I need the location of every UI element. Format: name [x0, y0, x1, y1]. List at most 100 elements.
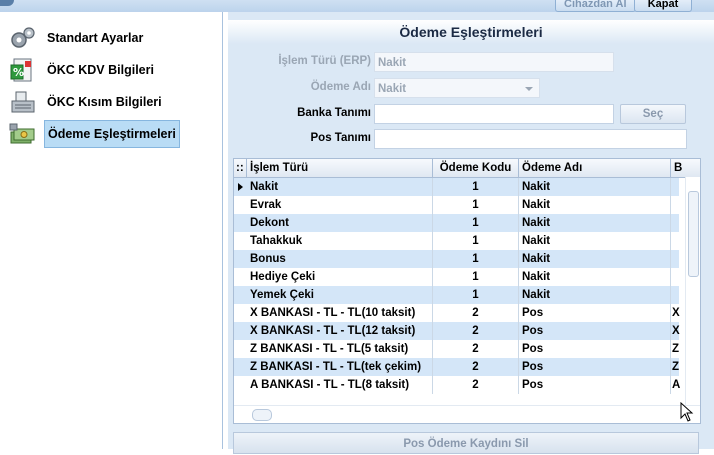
islem-turu-field: Nakit [374, 52, 614, 72]
cell-islem-turu: Tahakkuk [247, 232, 433, 250]
top-toolbar: Cihazdan Al Kapat [0, 0, 714, 12]
horizontal-scrollbar[interactable] [234, 405, 700, 423]
row-indicator[interactable] [234, 286, 247, 304]
sec-button[interactable]: Seç [620, 104, 686, 124]
row-indicator[interactable] [234, 268, 247, 286]
cell-odeme-adi: Pos [519, 358, 671, 376]
cell-b [671, 286, 681, 304]
table-row[interactable]: X BANKASI - TL - TL(10 taksit) 2 Pos X [234, 304, 680, 322]
table-row[interactable]: Yemek Çeki 1 Nakit [234, 286, 679, 304]
cell-b [671, 178, 681, 196]
cell-islem-turu: Z BANKASI - TL - TL(tek çekim) [247, 358, 433, 376]
cell-odeme-adi: Pos [519, 322, 671, 340]
cell-b: A [672, 379, 681, 391]
close-button[interactable]: Kapat [634, 0, 692, 12]
cell-islem-turu: Dekont [247, 214, 433, 232]
vertical-scroll-thumb[interactable] [688, 191, 699, 277]
row-indicator[interactable] [234, 358, 247, 376]
cell-odeme-adi: Nakit [519, 178, 671, 196]
table-row[interactable]: Z BANKASI - TL - TL(tek çekim) 2 Pos Z [234, 358, 679, 376]
cell-b [671, 268, 681, 286]
mouse-cursor-icon [680, 402, 694, 422]
row-indicator[interactable] [234, 340, 247, 358]
pos-tanimi-label: Pos Tanımı [310, 132, 372, 144]
banka-tanimi-label: Banka Tanımı [297, 107, 371, 119]
column-header-islem-turu[interactable]: İşlem Türü [247, 159, 433, 177]
islem-turu-label: İşlem Türü (ERP) [278, 55, 371, 67]
vertical-scrollbar[interactable] [685, 177, 700, 405]
cell-odeme-adi: Nakit [519, 232, 671, 250]
cell-islem-turu: X BANKASI - TL - TL(12 taksit) [247, 322, 433, 340]
row-indicator[interactable] [234, 232, 247, 250]
grid-header: :: İşlem Türü Ödeme Kodu Ödeme Adı B [234, 159, 700, 178]
cell-b [671, 250, 681, 268]
column-header-b[interactable]: B [671, 159, 685, 177]
cell-odeme-adi: Nakit [519, 214, 671, 232]
cell-odeme-kodu: 2 [433, 304, 519, 322]
table-row[interactable]: Bonus 1 Nakit [234, 250, 679, 268]
row-indicator[interactable] [234, 376, 247, 394]
current-row-indicator-icon[interactable] [234, 178, 247, 196]
cell-b [671, 232, 681, 250]
table-row[interactable]: X BANKASI - TL - TL(12 taksit) 2 Pos X [234, 322, 680, 340]
cell-odeme-adi: Pos [519, 376, 671, 394]
money-icon [8, 121, 38, 147]
cell-odeme-adi: Nakit [519, 286, 671, 304]
sidebar-item-odeme-eslestirmeleri[interactable]: Ödeme Eşleştirmeleri [8, 120, 180, 148]
sidebar: Standart Ayarlar % ÖKC KDV Bilgileri ÖKC… [0, 12, 223, 449]
table-row[interactable]: Dekont 1 Nakit [234, 214, 679, 232]
table-row[interactable]: Z BANKASI - TL - TL(5 taksit) 2 Pos Z [234, 340, 679, 358]
table-row[interactable]: Hediye Çeki 1 Nakit [234, 268, 679, 286]
cell-b [671, 196, 681, 214]
table-row[interactable]: Nakit 1 Nakit [234, 178, 679, 196]
odeme-adi-dropdown[interactable]: Nakit [374, 78, 540, 98]
cell-b [671, 214, 681, 232]
cell-b: X [672, 307, 680, 319]
chevron-down-icon [525, 87, 533, 91]
table-row[interactable]: Evrak 1 Nakit [234, 196, 679, 214]
cell-islem-turu: A BANKASI - TL - TL(8 taksit) [247, 376, 433, 394]
cell-islem-turu: Hediye Çeki [247, 268, 433, 286]
banka-tanimi-input[interactable] [374, 104, 614, 124]
horizontal-scroll-thumb[interactable] [252, 409, 272, 421]
delete-pos-record-button[interactable]: Pos Ödeme Kaydını Sil [233, 432, 699, 454]
sidebar-item-okc-kisim[interactable]: ÖKC Kısım Bilgileri [8, 88, 165, 116]
odeme-adi-value: Nakit [378, 83, 407, 95]
row-indicator[interactable] [234, 304, 247, 322]
column-chooser-icon[interactable]: :: [234, 159, 247, 177]
cell-odeme-kodu: 1 [433, 214, 519, 232]
sidebar-item-label: ÖKC KDV Bilgileri [47, 63, 154, 77]
sidebar-item-label: Ödeme Eşleştirmeleri [44, 120, 180, 148]
cell-odeme-kodu: 2 [433, 340, 519, 358]
row-indicator[interactable] [234, 250, 247, 268]
row-indicator[interactable] [234, 196, 247, 214]
cell-islem-turu: Z BANKASI - TL - TL(5 taksit) [247, 340, 433, 358]
sidebar-item-label: Standart Ayarlar [47, 31, 144, 45]
cell-odeme-adi: Nakit [519, 196, 671, 214]
sidebar-item-standart-ayarlar[interactable]: Standart Ayarlar [8, 24, 146, 52]
cell-islem-turu: X BANKASI - TL - TL(10 taksit) [247, 304, 433, 322]
cash-register-icon [8, 89, 38, 115]
cell-odeme-kodu: 2 [433, 358, 519, 376]
cell-odeme-adi: Nakit [519, 268, 671, 286]
pos-tanimi-input[interactable] [374, 129, 687, 149]
page-title: Ödeme Eşleştirmeleri [228, 20, 714, 44]
cell-odeme-kodu: 1 [433, 268, 519, 286]
column-header-odeme-adi[interactable]: Ödeme Adı [519, 159, 671, 177]
payment-grid: :: İşlem Türü Ödeme Kodu Ödeme Adı B Nak… [233, 158, 701, 424]
cell-b: X [672, 325, 680, 337]
sidebar-item-okc-kdv[interactable]: % ÖKC KDV Bilgileri [8, 56, 157, 84]
table-row[interactable]: A BANKASI - TL - TL(8 taksit) 2 Pos A [234, 376, 681, 394]
cell-islem-turu: Bonus [247, 250, 433, 268]
table-row[interactable]: Tahakkuk 1 Nakit [234, 232, 679, 250]
cell-odeme-adi: Nakit [519, 250, 671, 268]
get-from-device-button[interactable]: Cihazdan Al [555, 0, 636, 12]
column-header-odeme-kodu[interactable]: Ödeme Kodu [433, 159, 519, 177]
svg-text:%: % [13, 66, 24, 79]
cell-odeme-kodu: 1 [433, 178, 519, 196]
cell-odeme-adi: Pos [519, 340, 671, 358]
row-indicator[interactable] [234, 214, 247, 232]
cell-odeme-kodu: 2 [433, 376, 519, 394]
cell-b: Z [672, 361, 680, 373]
row-indicator[interactable] [234, 322, 247, 340]
